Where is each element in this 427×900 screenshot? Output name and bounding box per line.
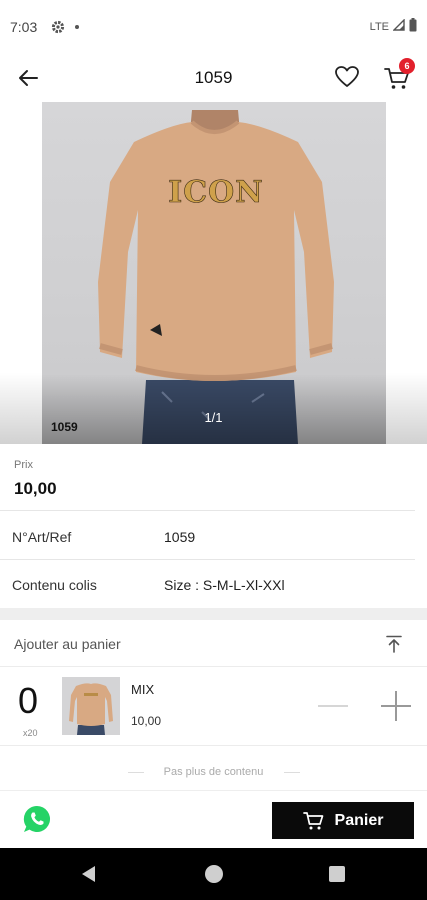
item-name: MIX <box>131 682 155 697</box>
sweater-print: ICON <box>168 175 263 210</box>
settings-gear-icon <box>51 20 65 34</box>
favorite-button[interactable] <box>334 65 362 91</box>
cart-cta-button[interactable]: Panier <box>272 802 414 839</box>
battery-icon <box>409 17 417 37</box>
product-image-carousel[interactable]: ICON <box>0 102 427 444</box>
nav-recents-button[interactable] <box>329 866 345 882</box>
decrease-quantity-button[interactable] <box>318 696 348 716</box>
plus-icon <box>381 691 411 721</box>
side-shade-left <box>0 372 42 444</box>
divider <box>284 772 300 773</box>
item-price: 10,00 <box>131 714 162 728</box>
quantity-unit: x20 <box>23 728 38 738</box>
image-page-indicator: 1/1 <box>204 410 223 425</box>
price-label: Prix <box>14 459 33 471</box>
cart-count-badge: 6 <box>399 58 415 74</box>
nav-home-button[interactable] <box>205 865 223 883</box>
add-to-cart-title: Ajouter au panier <box>14 636 121 652</box>
arrow-up-to-top-icon <box>386 635 402 653</box>
bottom-action-bar: Panier <box>0 790 427 848</box>
minus-icon <box>318 705 348 707</box>
ref-value: 1059 <box>164 529 196 545</box>
heart-icon <box>335 66 359 87</box>
price-value: 10,00 <box>14 479 57 498</box>
photo-bottom-shade <box>42 374 386 444</box>
triangle-back-icon <box>82 866 95 882</box>
status-indicators: LTE <box>369 17 417 37</box>
product-photo: ICON <box>42 102 386 444</box>
content-label: Contenu colis <box>12 577 97 593</box>
system-navigation-bar <box>0 848 427 900</box>
end-of-content-note: Pas plus de contenu <box>163 766 264 778</box>
side-shade-right <box>386 372 427 444</box>
ref-label: N°Art/Ref <box>12 529 72 545</box>
content-value: Size : S-M-L-Xl-XXl <box>164 577 285 593</box>
network-type: LTE <box>369 21 389 33</box>
divider <box>0 510 415 511</box>
section-separator <box>0 608 427 620</box>
divider <box>0 559 415 560</box>
notification-dot-icon <box>75 25 80 29</box>
increase-quantity-button[interactable] <box>380 690 412 722</box>
quantity-value: 0 <box>18 680 39 721</box>
whatsapp-button[interactable] <box>22 804 52 834</box>
status-time: 7:03 <box>10 19 38 35</box>
scroll-to-top-button[interactable] <box>382 632 406 656</box>
item-thumbnail <box>62 677 120 735</box>
whatsapp-icon <box>23 805 51 832</box>
divider <box>0 666 427 667</box>
page-title: 1059 <box>194 68 233 87</box>
app-bar: 1059 <box>0 54 427 102</box>
nav-back-button[interactable] <box>80 865 98 883</box>
status-bar: 7:03 LTE <box>0 0 427 54</box>
divider <box>0 745 427 746</box>
cart-cta-label: Panier <box>334 811 384 829</box>
signal-icon <box>392 18 405 36</box>
shopping-cart-icon <box>302 811 323 829</box>
